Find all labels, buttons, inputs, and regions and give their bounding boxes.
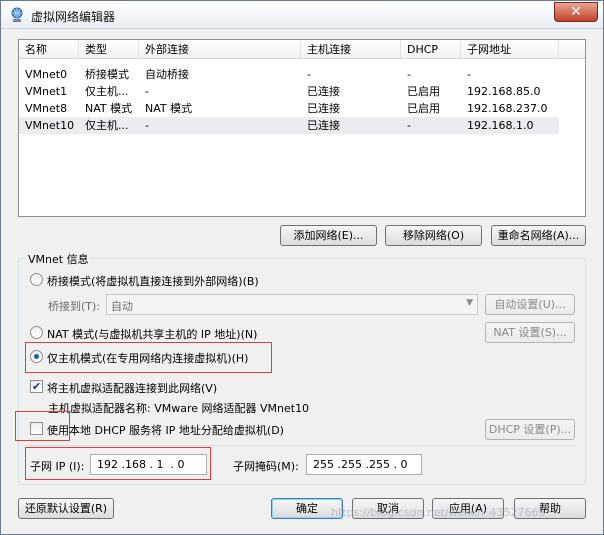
cell-subnet: - bbox=[467, 68, 471, 81]
network-list-header: 名称 类型 外部连接 主机连接 DHCP 子网地址 bbox=[19, 40, 585, 59]
cell-type: 仅主机... bbox=[85, 119, 129, 132]
column-header-type[interactable]: 类型 bbox=[79, 40, 139, 59]
adapter-name-text: 主机虚拟适配器名称: VMware 网络适配器 VMnet10 bbox=[48, 402, 310, 415]
cell-name: VMnet8 bbox=[25, 102, 68, 115]
cell-host: 已连接 bbox=[307, 119, 340, 132]
subnet-ip-field[interactable]: 192 .168 . 1 . 0 bbox=[90, 454, 207, 475]
chevron-down-icon: ▼ bbox=[466, 298, 473, 308]
subnet-mask-value: 255 .255 .255 . 0 bbox=[313, 458, 408, 471]
cell-host: 已连接 bbox=[307, 85, 340, 98]
column-header-name[interactable]: 名称 bbox=[19, 40, 79, 59]
table-row[interactable]: VMnet1 仅主机... - 已连接 已启用 192.168.85.0 bbox=[19, 83, 559, 100]
bridged-to-value: 自动 bbox=[111, 300, 133, 313]
table-row[interactable]: VMnet8 NAT 模式 NAT 模式 已连接 已启用 192.168.237… bbox=[19, 100, 559, 117]
dhcp-label: 使用本地 DHCP 服务将 IP 地址分配给虚拟机(D) bbox=[47, 424, 284, 437]
vmnet-info-title: VMnet 信息 bbox=[26, 251, 91, 267]
title-bar: 虚拟网络编辑器 ✕ bbox=[1, 1, 603, 29]
cell-name: VMnet0 bbox=[25, 68, 68, 81]
bridged-to-select[interactable]: 自动 ▼ bbox=[106, 294, 478, 315]
dhcp-settings-button[interactable]: DHCP 设置(P)... bbox=[485, 419, 575, 440]
cell-name: VMnet10 bbox=[25, 119, 75, 132]
bridged-to-label: 桥接到(T): bbox=[48, 300, 101, 313]
table-row-selected[interactable]: VMnet10 仅主机... - 已连接 - 192.168.1.0 bbox=[19, 117, 559, 134]
cell-dhcp: 已启用 bbox=[407, 102, 440, 115]
cell-dhcp: 已启用 bbox=[407, 85, 440, 98]
bridged-mode-radio[interactable] bbox=[30, 273, 43, 286]
cell-subnet: 192.168.85.0 bbox=[467, 85, 541, 98]
network-globe-icon bbox=[11, 7, 23, 22]
table-row[interactable]: VMnet0 桥接模式 自动桥接 - - - bbox=[19, 66, 559, 83]
cell-host: 已连接 bbox=[307, 102, 340, 115]
connect-adapter-checkbox[interactable]: ✔ bbox=[30, 380, 43, 393]
nat-mode-radio[interactable] bbox=[30, 326, 43, 339]
cell-type: 桥接模式 bbox=[85, 68, 129, 81]
close-icon: ✕ bbox=[570, 4, 582, 20]
watermark-text: https://blog.csdn.net/weixin_43527665 bbox=[331, 506, 546, 519]
remove-network-button[interactable]: 移除网络(O) bbox=[385, 225, 482, 246]
cell-dhcp: - bbox=[407, 68, 411, 81]
column-header-dhcp[interactable]: DHCP bbox=[401, 40, 461, 59]
virtual-network-editor-window: 虚拟网络编辑器 ✕ 名称 类型 外部连接 主机连接 DHCP 子网地址 VMne… bbox=[0, 0, 604, 535]
nat-mode-label: NAT 模式(与虚拟机共享主机的 IP 地址)(N) bbox=[47, 328, 258, 341]
separator bbox=[26, 445, 576, 446]
cell-type: NAT 模式 bbox=[85, 102, 133, 115]
bridged-mode-label: 桥接模式(将虚拟机直接连接到外部网络)(B) bbox=[47, 275, 259, 288]
cell-type: 仅主机... bbox=[85, 85, 129, 98]
host-only-mode-label: 仅主机模式(在专用网络内连接虚拟机)(H) bbox=[47, 352, 249, 365]
rename-network-button[interactable]: 重命名网络(A)... bbox=[491, 225, 586, 246]
cell-host: - bbox=[307, 68, 311, 81]
cell-name: VMnet1 bbox=[25, 85, 68, 98]
nat-settings-button[interactable]: NAT 设置(S)... bbox=[485, 322, 575, 343]
add-network-button[interactable]: 添加网络(E)... bbox=[280, 225, 377, 246]
subnet-ip-value: 192 .168 . 1 . 0 bbox=[97, 458, 185, 471]
column-header-external[interactable]: 外部连接 bbox=[139, 40, 301, 59]
subnet-ip-label: 子网 IP (I): bbox=[30, 460, 85, 473]
connect-adapter-label: 将主机虚拟适配器连接到此网络(V) bbox=[47, 382, 218, 395]
column-header-host[interactable]: 主机连接 bbox=[301, 40, 401, 59]
subnet-mask-field[interactable]: 255 .255 .255 . 0 bbox=[306, 454, 422, 475]
cell-external: 自动桥接 bbox=[145, 68, 189, 81]
subnet-mask-label: 子网掩码(M): bbox=[233, 460, 299, 473]
restore-defaults-button[interactable]: 还原默认设置(R) bbox=[18, 498, 114, 519]
dhcp-checkbox[interactable] bbox=[30, 422, 43, 435]
cell-dhcp: - bbox=[407, 119, 411, 132]
cell-subnet: 192.168.237.0 bbox=[467, 102, 548, 115]
network-list[interactable]: 名称 类型 外部连接 主机连接 DHCP 子网地址 VMnet0 桥接模式 自动… bbox=[18, 39, 586, 217]
close-button[interactable]: ✕ bbox=[554, 2, 598, 22]
cell-subnet: 192.168.1.0 bbox=[467, 119, 534, 132]
column-header-subnet[interactable]: 子网地址 bbox=[461, 40, 559, 59]
window-title: 虚拟网络编辑器 bbox=[31, 10, 116, 24]
cell-external: - bbox=[145, 85, 149, 98]
host-only-mode-radio[interactable] bbox=[30, 350, 43, 363]
cell-external: NAT 模式 bbox=[145, 102, 193, 115]
auto-settings-button[interactable]: 自动设置(U)... bbox=[485, 294, 575, 315]
cell-external: - bbox=[145, 119, 149, 132]
